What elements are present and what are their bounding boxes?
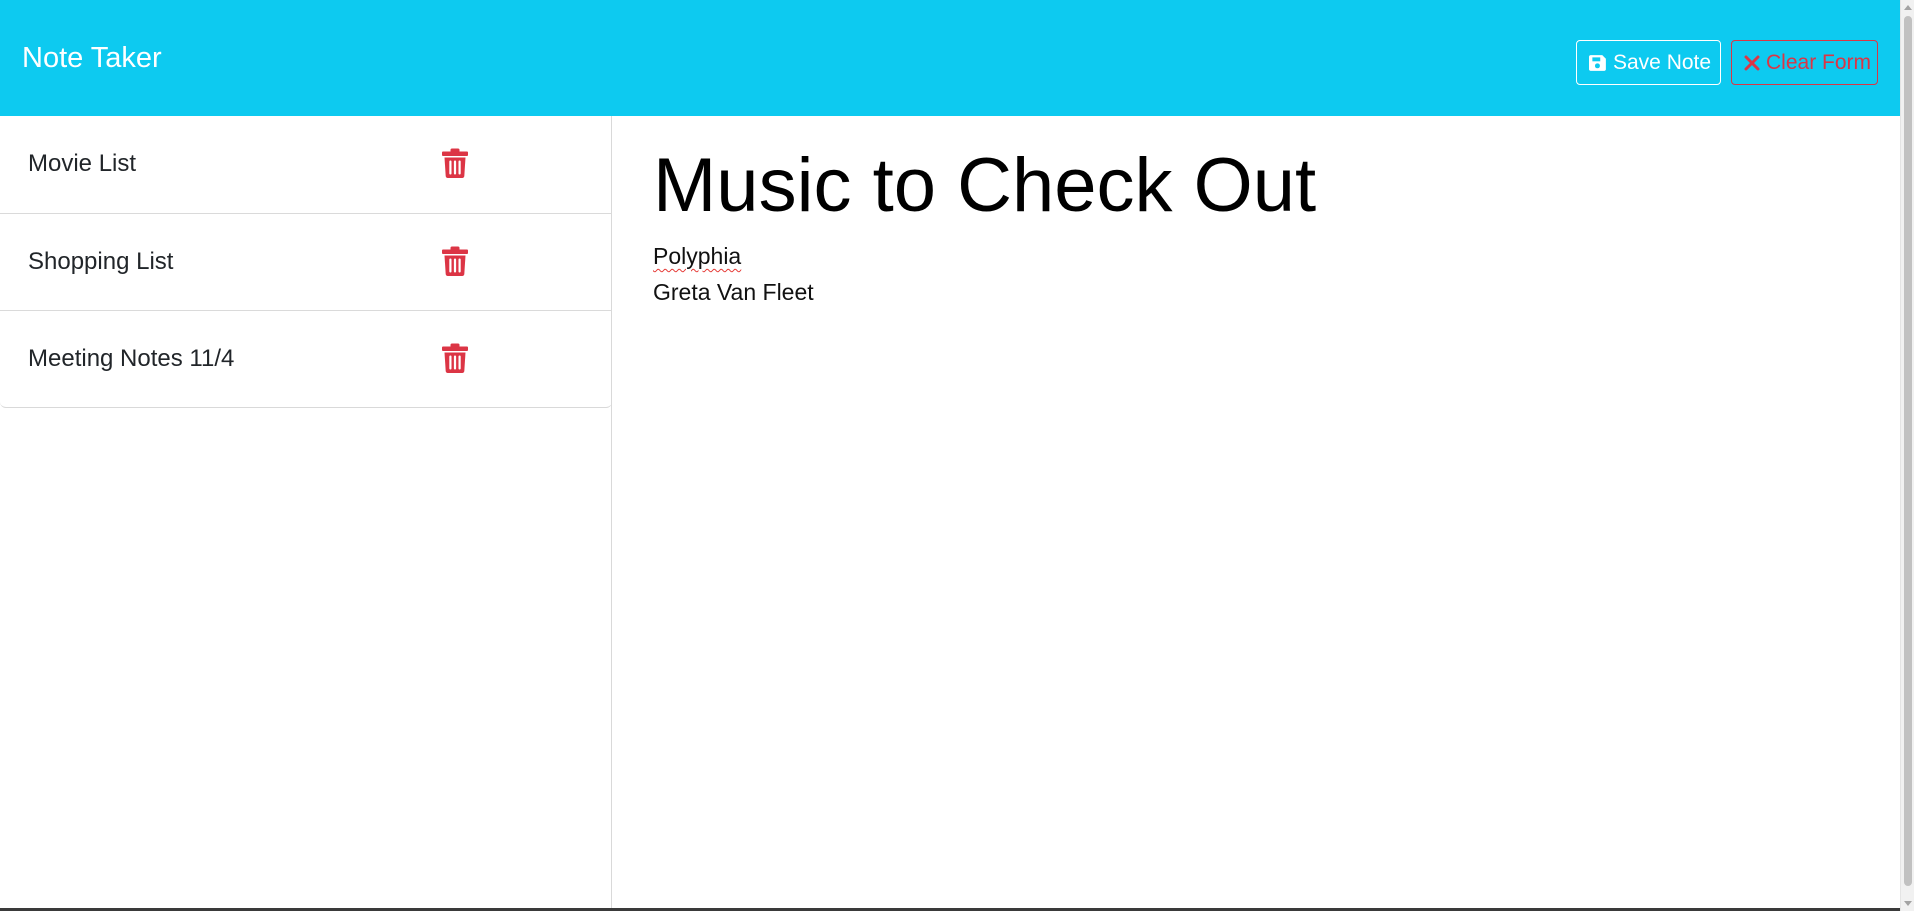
list-item[interactable]: Shopping List: [0, 213, 612, 310]
trash-icon[interactable]: [442, 148, 468, 178]
scroll-up-arrow-icon[interactable]: [1904, 5, 1912, 10]
floppy-disk-icon: [1589, 54, 1607, 72]
app-brand[interactable]: Note Taker: [22, 40, 162, 76]
scroll-thumb[interactable]: [1904, 16, 1912, 886]
list-item[interactable]: Movie List: [0, 116, 612, 213]
clear-form-button[interactable]: Clear Form: [1731, 40, 1878, 85]
list-item[interactable]: Meeting Notes 11/4: [0, 310, 612, 407]
note-list-panel: Movie List Shopping List Meeting Notes 1…: [0, 116, 612, 911]
clear-form-label: Clear Form: [1766, 50, 1872, 74]
trash-icon[interactable]: [442, 343, 468, 373]
scroll-down-arrow-icon[interactable]: [1904, 901, 1912, 906]
note-title-input[interactable]: [653, 136, 1853, 236]
note-editor: Polyphia Greta Van Fleet: [613, 116, 1900, 911]
note-body-line: Polyphia: [653, 243, 742, 269]
save-note-button[interactable]: Save Note: [1576, 40, 1721, 85]
navbar: Note Taker Save Note Clear Form: [0, 0, 1900, 116]
note-item-title[interactable]: Movie List: [28, 149, 136, 179]
note-item-title[interactable]: Meeting Notes 11/4: [28, 344, 234, 374]
note-item-title[interactable]: Shopping List: [28, 247, 173, 277]
note-body-line: Greta Van Fleet: [653, 279, 814, 305]
close-x-icon: [1744, 55, 1760, 71]
save-note-label: Save Note: [1613, 50, 1712, 74]
note-body-textarea[interactable]: Polyphia Greta Van Fleet: [653, 238, 1853, 310]
note-list: Movie List Shopping List Meeting Notes 1…: [0, 116, 612, 408]
app-window: Note Taker Save Note Clear Form Movie Li…: [0, 0, 1914, 911]
trash-icon[interactable]: [442, 246, 468, 276]
vertical-scrollbar[interactable]: [1900, 0, 1914, 911]
